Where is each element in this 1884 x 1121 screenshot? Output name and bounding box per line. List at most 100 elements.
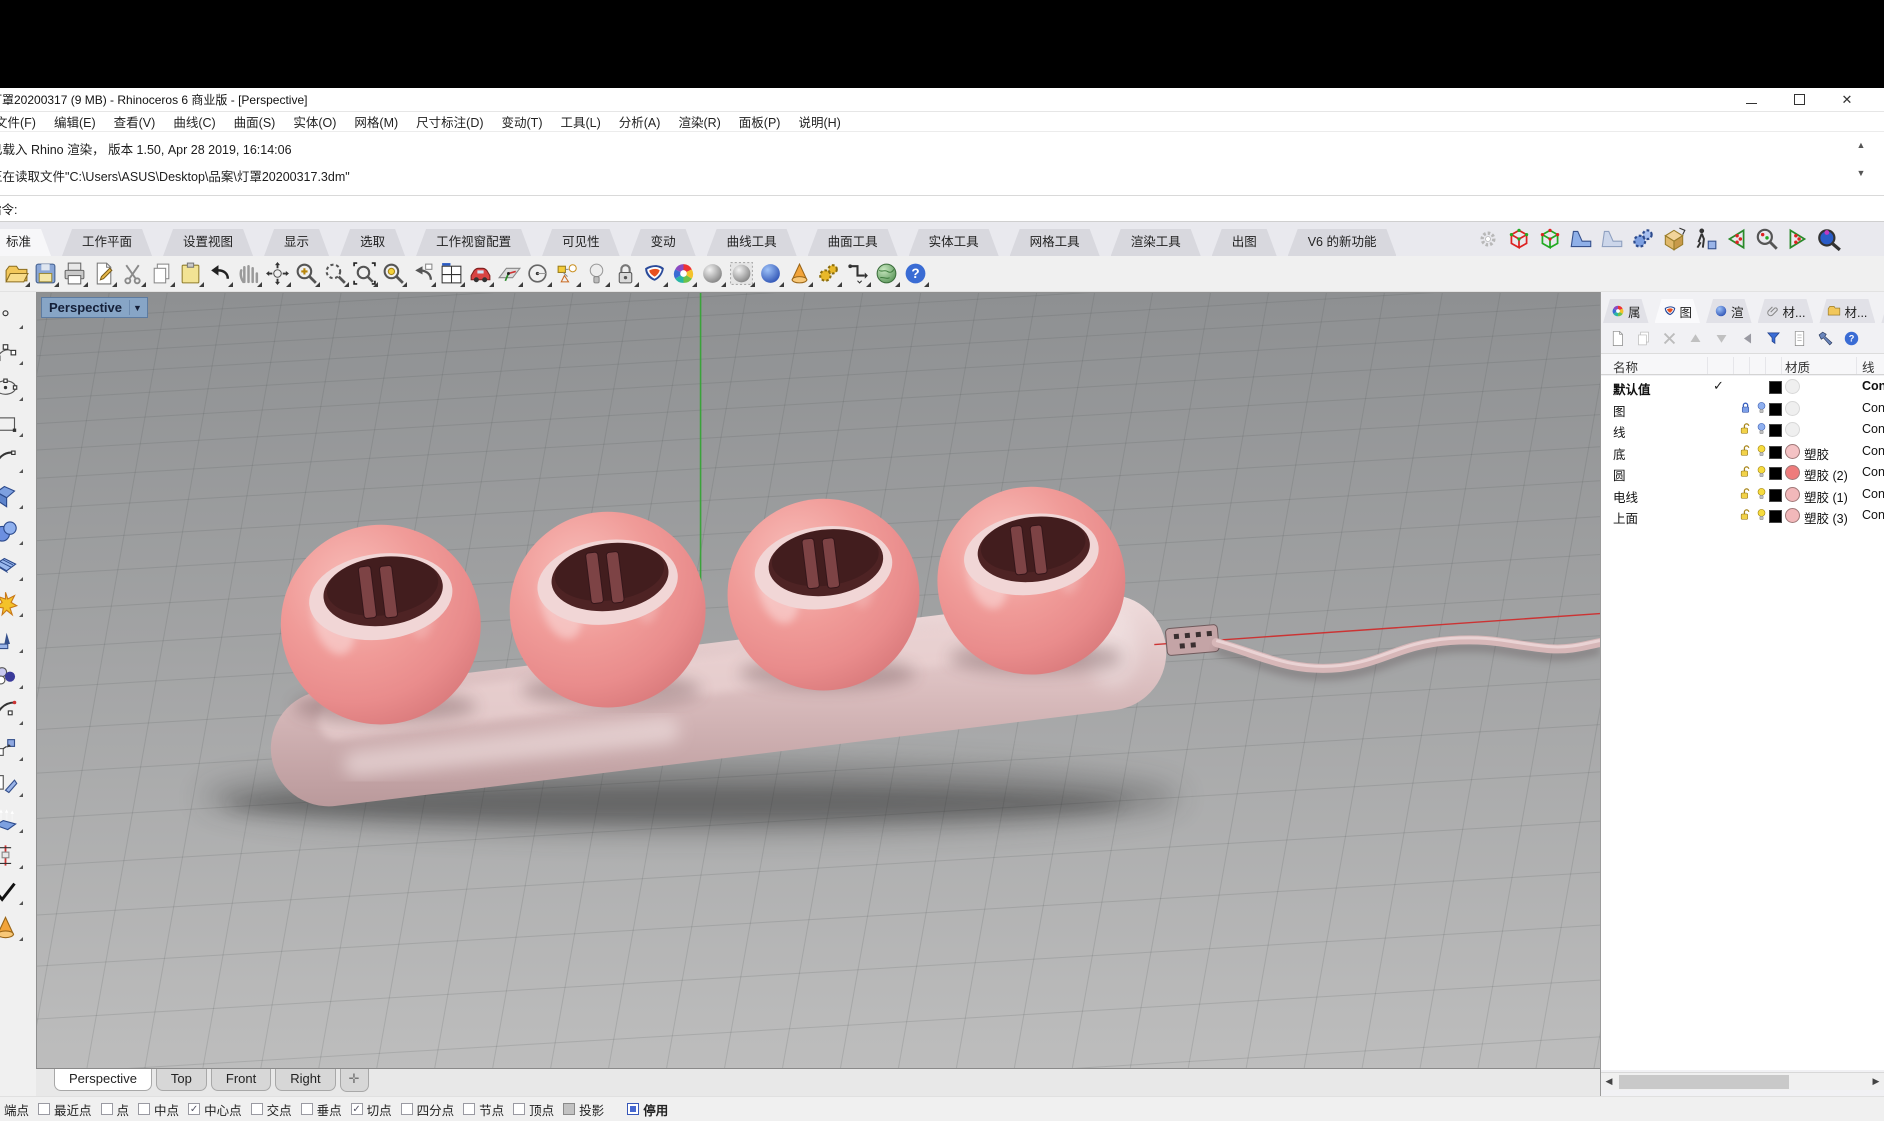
menu-item[interactable]: 文件(F) [0, 112, 45, 131]
tri-left-dark-icon[interactable] [1739, 330, 1756, 347]
osnap-toggle[interactable]: 最近点 [38, 1100, 92, 1119]
burst-tool-button[interactable] [0, 590, 19, 617]
orbit-button[interactable] [263, 259, 292, 288]
viewport-title-badge[interactable]: Perspective ▼ [41, 297, 148, 318]
fin-button[interactable] [640, 259, 669, 288]
osnap-disable-toggle[interactable]: 停用 [627, 1100, 668, 1119]
wheel-button[interactable] [669, 259, 698, 288]
lock-icon[interactable] [1739, 508, 1753, 522]
transform-tool-button[interactable] [0, 770, 19, 797]
menu-item[interactable]: 变动(T) [493, 112, 552, 131]
ribbon-tab[interactable]: 曲面工具 [808, 229, 898, 256]
hand-button[interactable] [234, 259, 263, 288]
help-icon[interactable]: ? [1843, 330, 1860, 347]
col-material[interactable]: 材质 [1785, 357, 1810, 376]
lock-icon[interactable] [1739, 401, 1753, 415]
material-swatch[interactable] [1785, 508, 1800, 523]
osnap-toggle[interactable]: 端点 [0, 1100, 29, 1119]
sphere-grid-button[interactable] [727, 259, 756, 288]
spheres2-tool-button[interactable] [0, 518, 19, 545]
surface-tool-button[interactable] [0, 482, 19, 509]
print-button[interactable] [60, 259, 89, 288]
move2-tool-button[interactable] [0, 734, 19, 761]
walker-icon[interactable] [1692, 226, 1718, 252]
lock-icon[interactable] [1739, 487, 1753, 501]
undo-view-button[interactable] [408, 259, 437, 288]
osnap-toggle[interactable]: 四分点 [401, 1100, 455, 1119]
lock-icon[interactable] [1739, 465, 1753, 479]
layer-color-swatch[interactable] [1769, 446, 1782, 459]
fillet-tool-button[interactable] [0, 698, 19, 725]
layer-row[interactable]: 线 Cont [1601, 419, 1884, 441]
col-name[interactable]: 名称 [1613, 357, 1638, 376]
doc-report-icon[interactable] [1791, 330, 1808, 347]
viewport-tab-front[interactable]: Front [211, 1069, 271, 1091]
layer-row[interactable]: 图 Cont [1601, 398, 1884, 420]
osnap-toggle[interactable]: 垂点 [301, 1100, 342, 1119]
osnap-toggle[interactable]: 点 [101, 1100, 130, 1119]
tri-left-icon[interactable] [1723, 226, 1749, 252]
ctrl-curve-tool-button[interactable] [0, 338, 19, 365]
chevron-down-icon[interactable]: ▼ [130, 303, 145, 313]
panel-h-scrollbar[interactable]: ◀ ▶ [1601, 1072, 1884, 1090]
material-swatch[interactable] [1785, 487, 1800, 502]
viewport-tab-top[interactable]: Top [156, 1069, 207, 1091]
menu-item[interactable]: 实体(O) [284, 112, 345, 131]
layer-color-swatch[interactable] [1769, 467, 1782, 480]
material-swatch[interactable] [1785, 465, 1800, 480]
scroll-left-icon[interactable]: ◀ [1601, 1076, 1617, 1087]
mesh-tool-button[interactable] [0, 554, 19, 581]
command-history-scrollbar[interactable]: ▲▼ [1854, 140, 1868, 178]
restore-button[interactable] [1788, 92, 1810, 108]
osnap-project-toggle[interactable]: 投影 [563, 1100, 604, 1119]
doc-new-icon[interactable] [1609, 330, 1626, 347]
diagram-button[interactable] [553, 259, 582, 288]
viewport-perspective[interactable]: Perspective ▼ [36, 292, 1600, 1068]
menu-item[interactable]: 渲染(R) [669, 112, 729, 131]
ribbon-tab[interactable]: 标准 [0, 229, 51, 256]
ramp-blue-icon[interactable] [1568, 226, 1594, 252]
sphere-gray-button[interactable] [698, 259, 727, 288]
osnap-toggle[interactable]: 中点 [138, 1100, 179, 1119]
circles3-tool-button[interactable] [0, 662, 19, 689]
viewport-tab-perspective[interactable]: Perspective [54, 1069, 152, 1091]
mag-purple-icon[interactable] [1816, 226, 1842, 252]
cplane-button[interactable] [495, 259, 524, 288]
layer-row[interactable]: 默认值 ✓ Cont [1601, 376, 1884, 398]
close-button[interactable]: ✕ [1836, 92, 1858, 108]
ribbon-tab[interactable]: 曲线工具 [707, 229, 797, 256]
layer-row[interactable]: 圆 塑胶 (2) Cont [1601, 462, 1884, 484]
lock-icon[interactable] [1739, 422, 1753, 436]
menu-item[interactable]: 网格(M) [345, 112, 407, 131]
save-button[interactable] [31, 259, 60, 288]
mag-plus-button[interactable] [292, 259, 321, 288]
check-tool-button[interactable] [0, 878, 19, 905]
osnap-toggle[interactable]: ✓切点 [351, 1100, 392, 1119]
mag-dash-button[interactable] [321, 259, 350, 288]
layer-color-swatch[interactable] [1769, 489, 1782, 502]
new-viewport-tab-button[interactable]: ✛ [340, 1069, 369, 1092]
extrudeL-tool-button[interactable] [0, 626, 19, 653]
ribbon-tab[interactable]: 工作视窗配置 [416, 229, 531, 256]
gear-icon[interactable] [1478, 229, 1498, 249]
ribbon-tab[interactable]: 出图 [1212, 229, 1277, 256]
dim-tool-button[interactable] [0, 842, 19, 869]
mag-dot-button[interactable] [379, 259, 408, 288]
layer-color-swatch[interactable] [1769, 510, 1782, 523]
ribbon-tab[interactable]: 显示 [264, 229, 329, 256]
tri-down-icon[interactable] [1713, 330, 1730, 347]
x-gray-icon[interactable] [1661, 330, 1678, 347]
doc-copy-icon[interactable] [1635, 330, 1652, 347]
bulb-icon[interactable] [1755, 465, 1769, 479]
bulb-icon[interactable] [1755, 487, 1769, 501]
grid4-button[interactable] [437, 259, 466, 288]
panel-tab[interactable]: 渲 [1706, 299, 1752, 323]
layer-color-swatch[interactable] [1769, 381, 1782, 394]
ribbon-tab[interactable]: 渲染工具 [1111, 229, 1201, 256]
osnap-toggle[interactable]: 交点 [251, 1100, 292, 1119]
tri-up-icon[interactable] [1687, 330, 1704, 347]
osnap-toggle[interactable]: ✓中心点 [188, 1100, 242, 1119]
bulb-button[interactable] [582, 259, 611, 288]
panel-tab[interactable]: 属 [1603, 299, 1649, 323]
car-button[interactable] [466, 259, 495, 288]
